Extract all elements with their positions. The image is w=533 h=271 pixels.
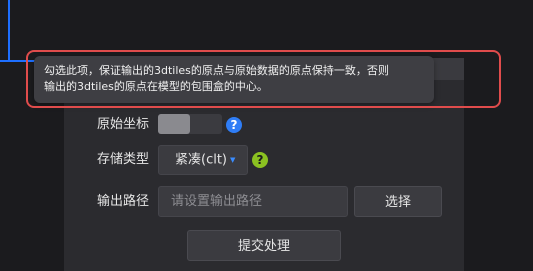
storage-type-label: 存储类型	[97, 152, 150, 167]
original-coords-label: 原始坐标	[97, 117, 150, 132]
output-path-input[interactable]	[158, 186, 348, 217]
highlight-box	[26, 50, 501, 108]
chevron-down-icon: ▼	[230, 156, 236, 164]
original-coords-toggle[interactable]	[158, 114, 222, 134]
submit-button[interactable]: 提交处理	[187, 230, 341, 261]
storage-type-value: 紧凑(clt)	[175, 152, 228, 168]
output-path-label: 输出路径	[97, 194, 150, 209]
choose-button[interactable]: 选择	[354, 186, 442, 217]
app-root: 原始坐标 ? 存储类型 紧凑(clt)▼ ? 输出路径 选择 提交处理 勾选此项…	[0, 0, 533, 271]
blue-guide-line-vertical	[8, 0, 10, 62]
toggle-knob	[158, 114, 190, 134]
storage-type-select[interactable]: 紧凑(clt) ▼	[158, 145, 248, 175]
question-icon[interactable]: ?	[252, 152, 268, 168]
question-icon[interactable]: ?	[226, 117, 242, 133]
